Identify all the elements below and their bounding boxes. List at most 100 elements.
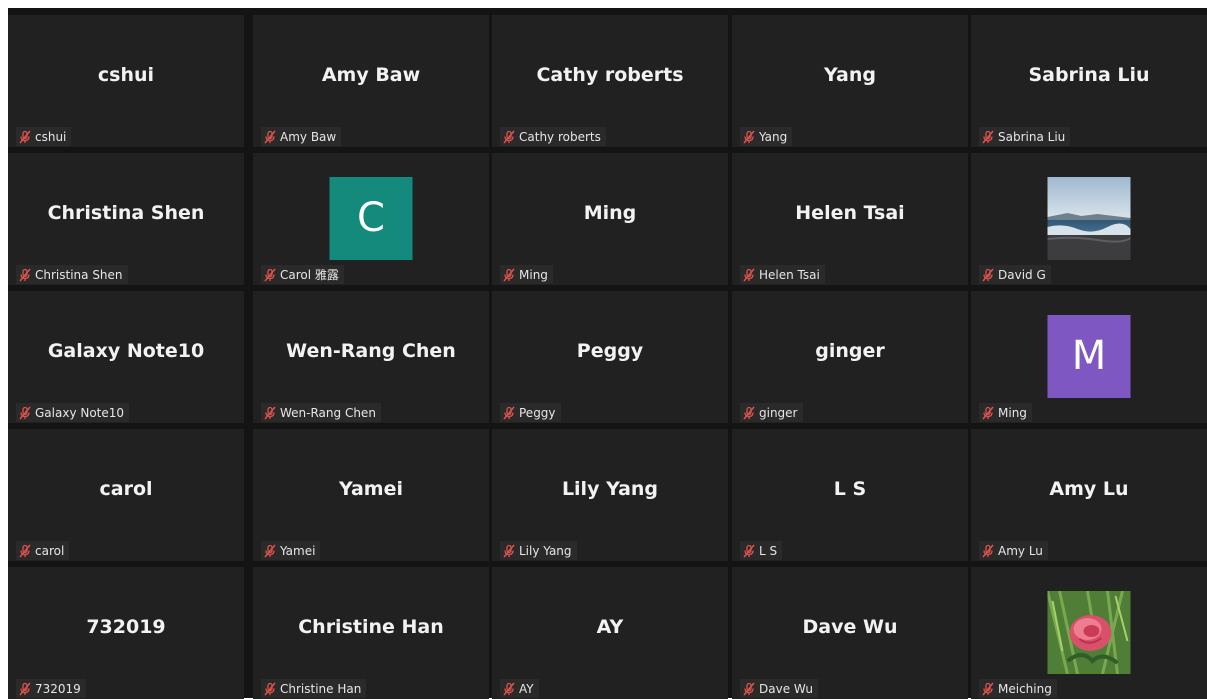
participant-tile[interactable]: ginger ginger [732, 291, 968, 423]
participant-display-name: Ming [583, 202, 637, 224]
participant-name-label: Yamei [280, 543, 316, 558]
mic-muted-icon [981, 406, 995, 420]
participant-name-label: Amy Lu [998, 543, 1043, 558]
participant-name-tag: Amy Lu [979, 541, 1048, 560]
mic-muted-icon [263, 268, 277, 282]
participant-display-name: carol [99, 478, 153, 500]
participant-tile[interactable]: Christina Shen Christina Shen [8, 153, 244, 285]
participant-tile[interactable]: Galaxy Note10 Galaxy Note10 [8, 291, 244, 423]
participant-display-name: L S [833, 478, 867, 500]
participant-tile[interactable]: Peggy Peggy [492, 291, 728, 423]
participant-name-label: L S [759, 543, 778, 558]
mic-muted-icon [263, 682, 277, 696]
participant-tile[interactable]: AY AY [492, 567, 728, 699]
participant-tile[interactable]: Sabrina Liu Sabrina Liu [971, 15, 1207, 147]
participant-tile[interactable]: Amy Baw Amy Baw [253, 15, 489, 147]
meeting-window: cshui cshui Amy Baw Amy Baw Cathy roberts … [0, 0, 1207, 699]
participant-display-name: Amy Lu [1049, 478, 1129, 500]
participant-tile[interactable]: 732019 732019 [8, 567, 244, 699]
participant-grid: cshui cshui Amy Baw Amy Baw Cathy roberts … [8, 8, 1207, 699]
mic-muted-icon [263, 406, 277, 420]
participant-name-label: cshui [35, 129, 67, 144]
participant-name-tag: Lily Yang [500, 541, 577, 560]
participant-display-name: Cathy roberts [536, 64, 684, 86]
mic-muted-icon [742, 268, 756, 282]
participant-name-label: Sabrina Liu [998, 129, 1066, 144]
participant-name-tag: Helen Tsai [740, 265, 825, 284]
participant-name-label: Wen-Rang Chen [280, 405, 376, 420]
avatar: C [329, 177, 413, 260]
mic-muted-icon [18, 406, 32, 420]
participant-name-label: Amy Baw [280, 129, 337, 144]
participant-tile[interactable]: Cathy roberts Cathy roberts [492, 15, 728, 147]
participant-tile[interactable]: cshui cshui [8, 15, 244, 147]
participant-display-name: Christine Han [298, 616, 444, 638]
participant-name-label: Dave Wu [759, 681, 813, 696]
participant-name-tag: cshui [16, 127, 72, 146]
participant-name-label: ginger [759, 405, 798, 420]
participant-name-tag: Christine Han [261, 679, 367, 698]
participant-tile[interactable]: Lily Yang Lily Yang [492, 429, 728, 561]
participant-name-label: Meiching [998, 681, 1052, 696]
participant-tile[interactable]: Christine Han Christine Han [253, 567, 489, 699]
participant-name-tag: carol [16, 541, 70, 560]
flower-photo [1047, 591, 1131, 674]
mic-muted-icon [502, 682, 516, 696]
participant-name-tag: Yamei [261, 541, 321, 560]
participant-name-label: David G [998, 267, 1046, 282]
participant-display-name: ginger [815, 340, 885, 362]
participant-name-tag: Cathy roberts [500, 127, 606, 146]
participant-name-label: Helen Tsai [759, 267, 820, 282]
mic-muted-icon [981, 268, 995, 282]
participant-display-name: cshui [97, 64, 155, 86]
participant-name-tag: ginger [740, 403, 803, 422]
mic-muted-icon [263, 130, 277, 144]
mic-muted-icon [742, 544, 756, 558]
participant-tile[interactable]: Wen-Rang Chen Wen-Rang Chen [253, 291, 489, 423]
participant-tile[interactable]: C Carol 雅露 [253, 153, 489, 285]
participant-tile[interactable]: L S L S [732, 429, 968, 561]
participant-name-tag: Yang [740, 127, 793, 146]
mic-muted-icon [742, 130, 756, 144]
participant-tile[interactable]: carol carol [8, 429, 244, 561]
participant-tile[interactable]: M Ming [971, 291, 1207, 423]
participant-tile[interactable]: David G [971, 153, 1207, 285]
participant-tile[interactable]: Helen Tsai Helen Tsai [732, 153, 968, 285]
participant-name-label: Christina Shen [35, 267, 123, 282]
participant-name-tag: Amy Baw [261, 127, 342, 146]
participant-name-label: Galaxy Note10 [35, 405, 125, 420]
mic-muted-icon [502, 268, 516, 282]
participant-name-tag: Ming [979, 403, 1032, 422]
participant-name-label: Ming [998, 405, 1027, 420]
participant-tile[interactable]: Ming Ming [492, 153, 728, 285]
participant-name-tag: Peggy [500, 403, 561, 422]
mic-muted-icon [263, 544, 277, 558]
mic-muted-icon [18, 682, 32, 696]
participant-tile[interactable]: Amy Lu Amy Lu [971, 429, 1207, 561]
participant-name-label: Yang [759, 129, 788, 144]
beach-photo [1047, 177, 1131, 260]
participant-tile[interactable]: Meiching [971, 567, 1207, 699]
participant-name-tag: Meiching [979, 679, 1057, 698]
participant-name-tag: Galaxy Note10 [16, 403, 130, 422]
participant-name-label: Cathy roberts [519, 129, 601, 144]
participant-name-tag: 732019 [16, 679, 86, 698]
participant-tile[interactable]: Yamei Yamei [253, 429, 489, 561]
participant-tile[interactable]: Yang Yang [732, 15, 968, 147]
mic-muted-icon [502, 544, 516, 558]
participant-display-name: AY [596, 616, 624, 638]
participant-name-tag: Carol 雅露 [261, 265, 344, 284]
participant-display-name: Christina Shen [47, 202, 205, 224]
participant-name-tag: Christina Shen [16, 265, 128, 284]
participant-name-label: Carol 雅露 [280, 268, 339, 282]
participant-tile[interactable]: Dave Wu Dave Wu [732, 567, 968, 699]
participant-name-tag: David G [979, 265, 1051, 284]
participant-name-tag: L S [740, 541, 783, 560]
avatar: M [1047, 315, 1131, 398]
participant-display-name: Yang [824, 64, 876, 86]
participant-display-name: Galaxy Note10 [47, 340, 205, 362]
participant-name-label: Peggy [519, 405, 556, 420]
mic-muted-icon [981, 130, 995, 144]
participant-display-name: Wen-Rang Chen [286, 340, 456, 362]
mic-muted-icon [742, 406, 756, 420]
